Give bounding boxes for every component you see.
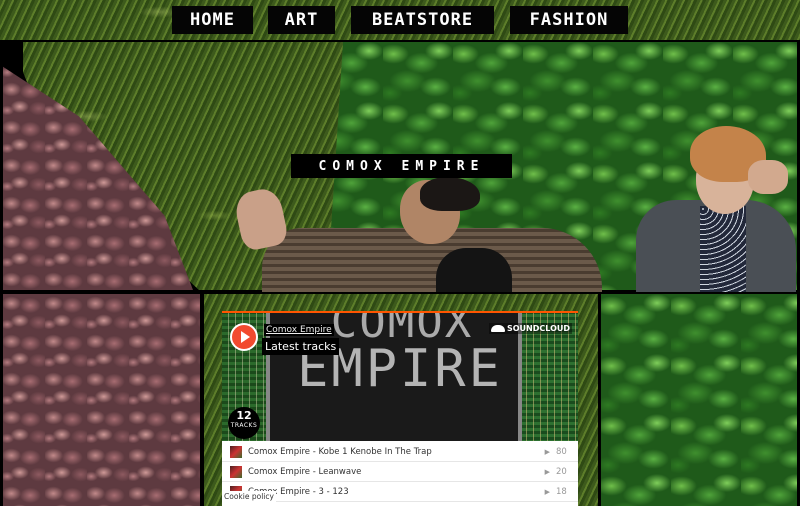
track-play-count: 18 <box>556 486 567 497</box>
band-title: COMOX EMPIRE <box>291 154 512 178</box>
nav-bar: HOME ART BEATSTORE FASHION <box>0 0 800 40</box>
play-count-icon: ▶ <box>544 467 550 476</box>
playlist-subtitle: Latest tracks <box>262 338 340 355</box>
track-row[interactable]: Comox Empire - Kobe 1 Kenobe In The Trap… <box>222 442 578 462</box>
track-title: Comox Empire - 3 - 123 <box>248 486 349 497</box>
soundcloud-logo-text: SOUNDCLOUD <box>506 324 570 333</box>
soundcloud-logo[interactable]: SOUNDCLOUD <box>488 323 572 334</box>
nav-art-button[interactable]: ART <box>268 6 335 34</box>
person-b-shirt <box>700 206 746 292</box>
person-a-shirt <box>436 248 512 292</box>
track-title: Comox Empire - Kobe 1 Kenobe In The Trap <box>248 446 432 457</box>
artist-link[interactable]: Comox Empire <box>264 324 334 336</box>
track-thumbnail <box>230 445 242 458</box>
person-a-hair <box>420 177 480 211</box>
nav-beatstore-button[interactable]: BEATSTORE <box>351 6 494 34</box>
play-button[interactable] <box>230 323 258 351</box>
play-icon <box>241 331 250 343</box>
soundcloud-cloud-icon <box>490 325 505 332</box>
track-row[interactable]: Comox Empire - Leanwave ▶ 20 <box>222 462 578 482</box>
track-thumbnail <box>230 465 242 478</box>
track-play-count: 80 <box>556 446 567 457</box>
track-title: Comox Empire - Leanwave <box>248 466 362 477</box>
soundcloud-player: COMOX EMPIRE Comox Empire Latest tracks … <box>222 311 578 506</box>
nav-fashion-button[interactable]: FASHION <box>510 6 628 34</box>
nav-home-button[interactable]: HOME <box>172 6 253 34</box>
track-count-label: TRACKS <box>230 422 258 429</box>
person-b-hand <box>748 160 788 194</box>
right-image-panel <box>601 294 797 506</box>
track-count-badge: 12 TRACKS <box>228 407 260 439</box>
cookie-policy-link[interactable]: Cookie policy <box>222 491 276 502</box>
track-count-number: 12 <box>236 409 252 422</box>
left-image-panel <box>3 294 200 506</box>
track-play-count: 20 <box>556 466 567 477</box>
playlist-artwork: COMOX EMPIRE Comox Empire Latest tracks … <box>222 311 578 441</box>
play-count-icon: ▶ <box>544 487 550 496</box>
play-count-icon: ▶ <box>544 447 550 456</box>
